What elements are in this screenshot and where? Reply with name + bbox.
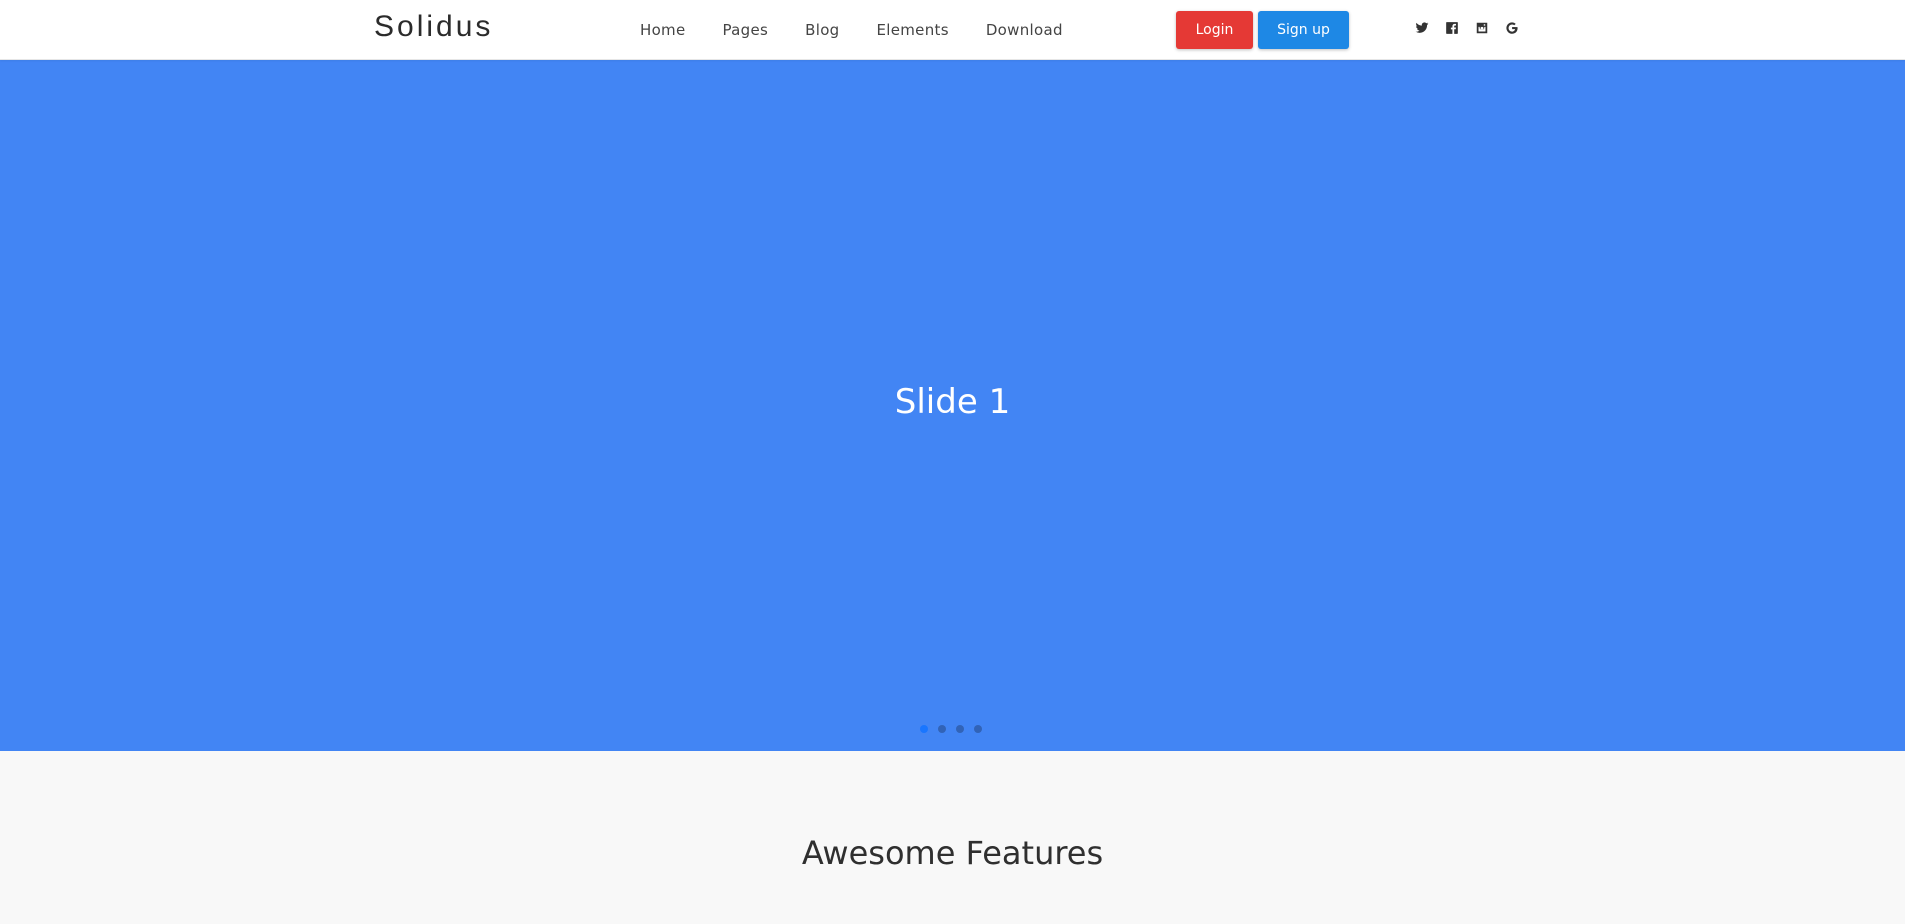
google-icon[interactable]	[1504, 20, 1520, 36]
features-section: Awesome Features	[0, 751, 1905, 924]
nav-elements[interactable]: Elements	[877, 21, 949, 39]
site-logo[interactable]: Solidus	[374, 10, 493, 44]
slider-dot-3[interactable]	[956, 725, 964, 733]
hero-slider[interactable]: Slide 1	[0, 60, 1905, 751]
nav-blog[interactable]: Blog	[805, 21, 839, 39]
slider-dot-4[interactable]	[974, 725, 982, 733]
twitter-icon[interactable]	[1414, 20, 1430, 36]
features-title: Awesome Features	[801, 834, 1104, 872]
login-button[interactable]: Login	[1176, 11, 1253, 49]
social-links	[1414, 20, 1534, 36]
site-header: Solidus Home Pages Blog Elements Downloa…	[0, 0, 1905, 60]
nav-home[interactable]: Home	[640, 21, 686, 39]
nav-download[interactable]: Download	[986, 21, 1063, 39]
nav-pages[interactable]: Pages	[723, 21, 769, 39]
slider-pagination	[920, 725, 992, 733]
slider-dot-2[interactable]	[938, 725, 946, 733]
slide-title: Slide 1	[894, 382, 1011, 422]
signup-button[interactable]: Sign up	[1258, 11, 1349, 49]
instagram-icon[interactable]	[1474, 20, 1490, 36]
facebook-icon[interactable]	[1444, 20, 1460, 36]
slider-dot-1[interactable]	[920, 725, 928, 733]
main-nav: Home Pages Blog Elements Download	[640, 0, 1100, 60]
